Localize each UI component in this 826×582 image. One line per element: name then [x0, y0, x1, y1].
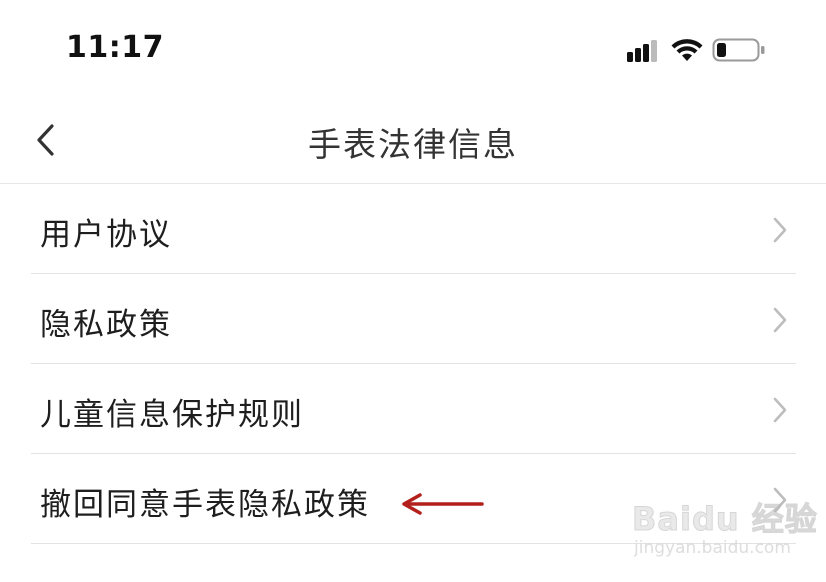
chevron-right-icon: [773, 397, 787, 423]
menu-item-label: 用户协议: [40, 217, 172, 253]
menu-item-label: 撤回同意手表隐私政策: [40, 487, 370, 523]
page-title: 手表法律信息: [308, 125, 518, 164]
status-bar: 11:17: [0, 0, 826, 100]
menu-item-label: 儿童信息保护规则: [40, 397, 304, 433]
battery-icon: [712, 38, 765, 62]
menu-item-label: 隐私政策: [40, 307, 172, 343]
menu-item-user-agreement[interactable]: 用户协议: [0, 184, 826, 274]
watermark-brand: Baidu 经验: [632, 500, 818, 539]
status-icons: [626, 36, 796, 66]
legal-menu-list: 用户协议 隐私政策 儿童信息保护规则 撤回同意手表隐私政策: [0, 184, 826, 544]
red-arrow-left-icon: [402, 493, 484, 515]
baidu-watermark: Baidu 经验 jingyan.baidu.com: [632, 494, 818, 566]
wifi-icon: [671, 39, 703, 61]
status-time: 11:17: [66, 30, 164, 65]
watermark-url: jingyan.baidu.com: [634, 538, 791, 558]
cellular-signal-icon: [627, 40, 657, 62]
chevron-right-icon: [773, 217, 787, 243]
chevron-right-icon: [773, 307, 787, 333]
menu-item-child-info-protection[interactable]: 儿童信息保护规则: [0, 364, 826, 454]
nav-bar: 手表法律信息: [0, 100, 826, 183]
menu-item-privacy-policy[interactable]: 隐私政策: [0, 274, 826, 364]
